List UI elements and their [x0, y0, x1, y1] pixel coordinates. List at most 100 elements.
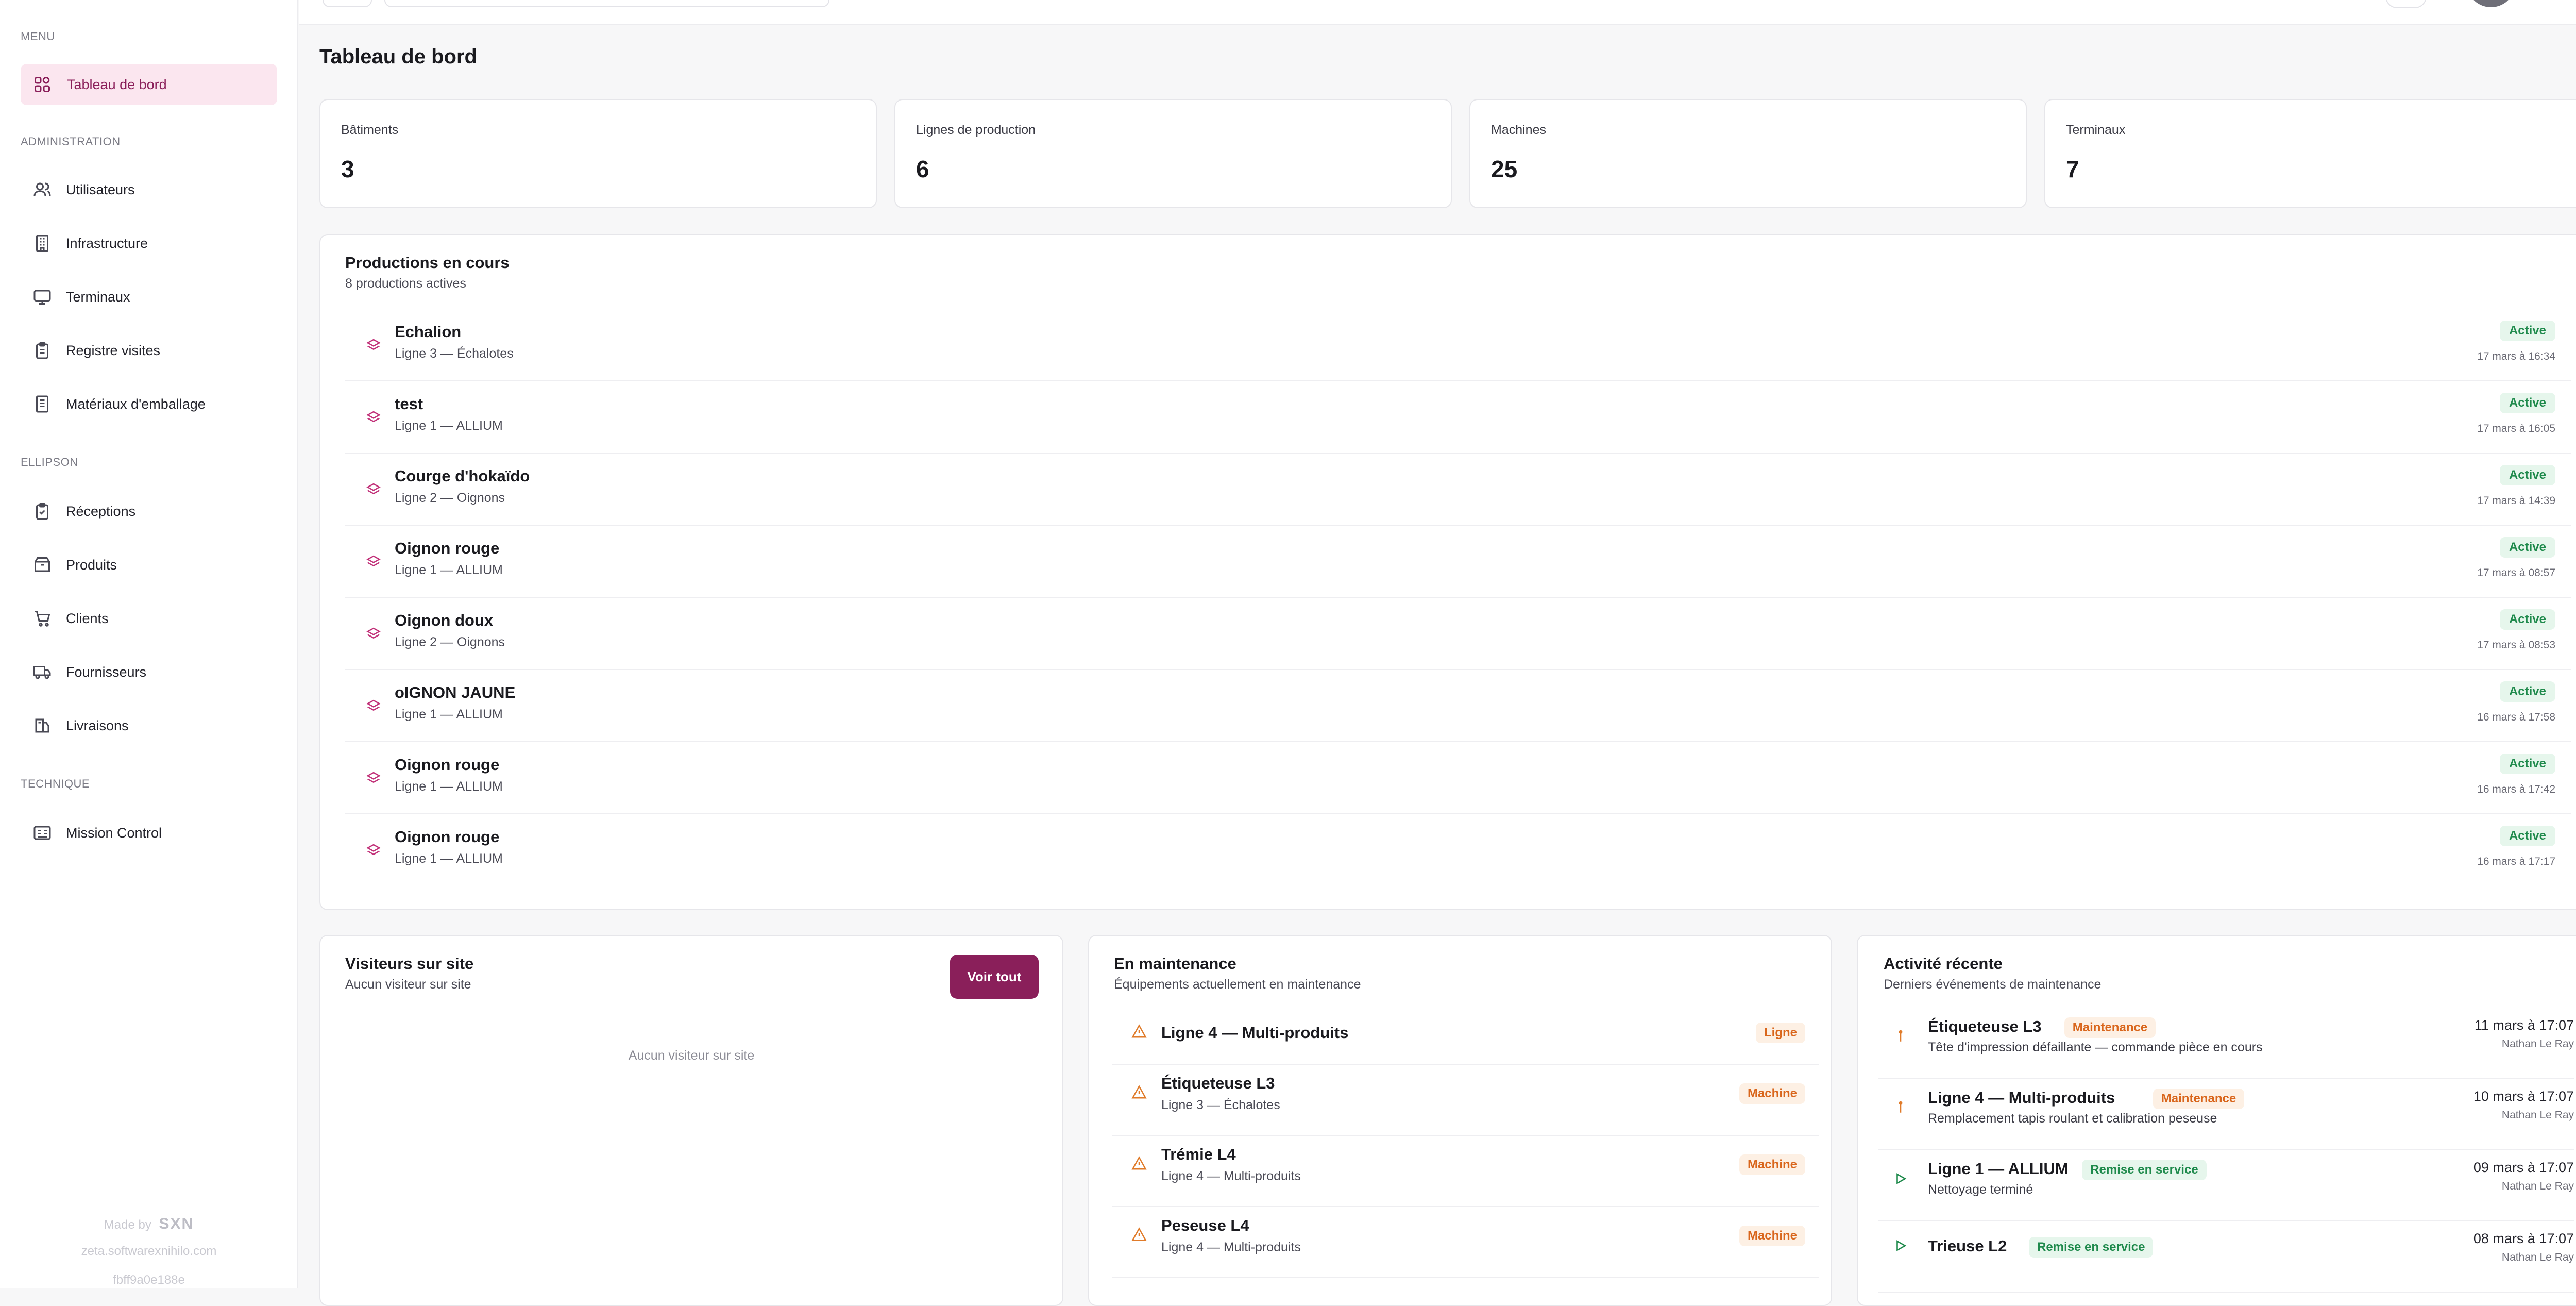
sidebar-item-users[interactable]: Utilisateurs	[21, 169, 277, 210]
production-row[interactable]: oIGNON JAUNE Ligne 1 — ALLIUM Active 16 …	[345, 670, 2571, 742]
layers-icon	[366, 842, 381, 858]
activity-row[interactable]: Trieuse L2 Remise en service 08 mars à 1…	[1878, 1221, 2574, 1293]
sidebar-item-mission-control[interactable]: Mission Control	[21, 812, 277, 853]
status-badge: Active	[2499, 321, 2555, 341]
sidebar-item-label: Tableau de bord	[67, 76, 167, 92]
productions-card: Productions en cours 8 productions activ…	[319, 234, 2576, 910]
sidebar-toggle-button[interactable]	[323, 0, 372, 7]
maintenance-row[interactable]: Ligne 4 — Multi-produits Ligne	[1112, 1008, 1819, 1065]
made-by: Made by SXN	[0, 1215, 298, 1233]
sidebar-item-clients[interactable]: Clients	[21, 598, 277, 639]
activity-equipment: Ligne 1 — ALLIUM	[1928, 1160, 2069, 1178]
maintenance-row[interactable]: Peseuse L4 Ligne 4 — Multi-produits Mach…	[1112, 1207, 1819, 1278]
activity-row[interactable]: Ligne 1 — ALLIUM Remise en service Netto…	[1878, 1150, 2574, 1221]
activity-user: Nathan Le Ray	[2501, 1251, 2574, 1263]
sidebar-item-deliveries[interactable]: Livraisons	[21, 705, 277, 746]
visitors-subtitle: Aucun visiteur sur site	[345, 977, 471, 992]
sidebar-item-suppliers[interactable]: Fournisseurs	[21, 651, 277, 693]
activity-row[interactable]: Étiqueteuse L3 Maintenance Tête d'impres…	[1878, 1008, 2574, 1079]
control-panel-icon	[33, 824, 52, 842]
sidebar-item-dashboard[interactable]: Tableau de bord	[21, 64, 277, 105]
layers-icon	[366, 698, 381, 713]
production-date: 17 mars à 14:39	[2477, 495, 2555, 507]
maintenance-subtitle: Équipements actuellement en maintenance	[1114, 977, 1361, 992]
wrench-icon	[1894, 1101, 1907, 1114]
layers-icon	[366, 481, 381, 497]
production-date: 17 mars à 08:53	[2477, 639, 2555, 651]
notifications-button[interactable]	[2385, 0, 2427, 8]
production-row[interactable]: Echalion Ligne 3 — Échalotes Active 17 m…	[345, 309, 2571, 381]
see-all-visitors-button[interactable]: Voir tout	[950, 955, 1039, 999]
stat-label: Lignes de production	[916, 123, 1036, 137]
production-line: Ligne 2 — Oignons	[395, 491, 505, 505]
clipboard-check-icon	[33, 502, 52, 521]
production-name: Courge d'hokaïdo	[395, 467, 530, 485]
stat-value: 7	[2066, 156, 2079, 182]
productions-title: Productions en cours	[345, 254, 510, 272]
equipment-name: Ligne 4 — Multi-produits	[1161, 1024, 1349, 1042]
activity-date: 11 mars à 17:07	[2474, 1017, 2574, 1033]
activity-title: Activité récente	[1884, 955, 2003, 973]
sidebar-item-visits[interactable]: Registre visites	[21, 330, 277, 371]
production-date: 16 mars à 17:58	[2477, 711, 2555, 723]
avatar[interactable]	[2468, 0, 2514, 7]
topbar	[299, 0, 2576, 25]
layers-icon	[366, 770, 381, 785]
sidebar-item-products[interactable]: Produits	[21, 544, 277, 585]
sidebar-item-label: Produits	[66, 557, 117, 573]
sxn-logo: SXN	[159, 1215, 194, 1232]
layers-icon	[366, 626, 381, 641]
activity-row[interactable]: Ligne 4 — Multi-produits Maintenance Rem…	[1878, 1079, 2574, 1150]
production-date: 16 mars à 17:42	[2477, 783, 2555, 795]
activity-user: Nathan Le Ray	[2501, 1180, 2574, 1192]
warning-icon	[1131, 1227, 1147, 1242]
equipment-type-badge: Ligne	[1756, 1023, 1805, 1043]
activity-user: Nathan Le Ray	[2501, 1038, 2574, 1050]
equipment-line: Ligne 3 — Échalotes	[1161, 1098, 1280, 1112]
equipment-name: Trémie L4	[1161, 1145, 1236, 1163]
sidebar-item-packaging[interactable]: Matériaux d'emballage	[21, 383, 277, 425]
footer-domain-link[interactable]: zeta.softwarexnihilo.com	[0, 1244, 298, 1259]
sidebar-item-receptions[interactable]: Réceptions	[21, 491, 277, 532]
status-badge: Active	[2499, 754, 2555, 774]
equipment-line: Ligne 4 — Multi-produits	[1161, 1169, 1301, 1183]
production-line: Ligne 1 — ALLIUM	[395, 563, 503, 577]
maintenance-row[interactable]: Étiqueteuse L3 Ligne 3 — Échalotes Machi…	[1112, 1065, 1819, 1136]
sidebar-item-label: Terminaux	[66, 289, 130, 305]
stat-label: Bâtiments	[341, 123, 399, 137]
play-icon	[1894, 1239, 1907, 1252]
stat-card-terminals: Terminaux 7	[2044, 99, 2576, 208]
activity-description: Nettoyage terminé	[1928, 1182, 2033, 1197]
equipment-type-badge: Machine	[1739, 1083, 1805, 1104]
activity-equipment: Trieuse L2	[1928, 1237, 2007, 1255]
status-badge: Active	[2499, 537, 2555, 558]
sidebar-item-label: Clients	[66, 610, 109, 626]
visitors-title: Visiteurs sur site	[345, 955, 474, 973]
status-badge: Active	[2499, 465, 2555, 485]
production-line: Ligne 3 — Échalotes	[395, 346, 514, 361]
sidebar-item-terminals[interactable]: Terminaux	[21, 276, 277, 317]
production-date: 17 mars à 08:57	[2477, 567, 2555, 579]
production-row[interactable]: Oignon rouge Ligne 1 — ALLIUM Active 16 …	[345, 742, 2571, 814]
production-row[interactable]: test Ligne 1 — ALLIUM Active 17 mars à 1…	[345, 381, 2571, 454]
sidebar-item-infrastructure[interactable]: Infrastructure	[21, 223, 277, 264]
production-row[interactable]: Courge d'hokaïdo Ligne 2 — Oignons Activ…	[345, 454, 2571, 526]
production-line: Ligne 2 — Oignons	[395, 635, 505, 649]
page-title: Tableau de bord	[319, 45, 477, 68]
layers-icon	[366, 554, 381, 569]
sidebar-item-label: Mission Control	[66, 825, 162, 841]
stat-card-production-lines: Lignes de production 6	[894, 99, 1452, 208]
stat-label: Terminaux	[2066, 123, 2126, 137]
made-by-label: Made by	[104, 1218, 151, 1232]
stat-label: Machines	[1491, 123, 1546, 137]
production-name: Echalion	[395, 323, 462, 341]
visitors-empty-message: Aucun visiteur sur site	[628, 1048, 755, 1063]
production-line: Ligne 1 — ALLIUM	[395, 418, 503, 433]
search-input[interactable]	[384, 0, 829, 7]
production-row[interactable]: Oignon rouge Ligne 1 — ALLIUM Active 17 …	[345, 526, 2571, 598]
production-row[interactable]: Oignon doux Ligne 2 — Oignons Active 17 …	[345, 598, 2571, 670]
maintenance-row[interactable]: Trémie L4 Ligne 4 — Multi-produits Machi…	[1112, 1136, 1819, 1207]
document-icon	[33, 395, 52, 413]
layers-icon	[366, 337, 381, 353]
production-row[interactable]: Oignon rouge Ligne 1 — ALLIUM Active 16 …	[345, 814, 2571, 886]
